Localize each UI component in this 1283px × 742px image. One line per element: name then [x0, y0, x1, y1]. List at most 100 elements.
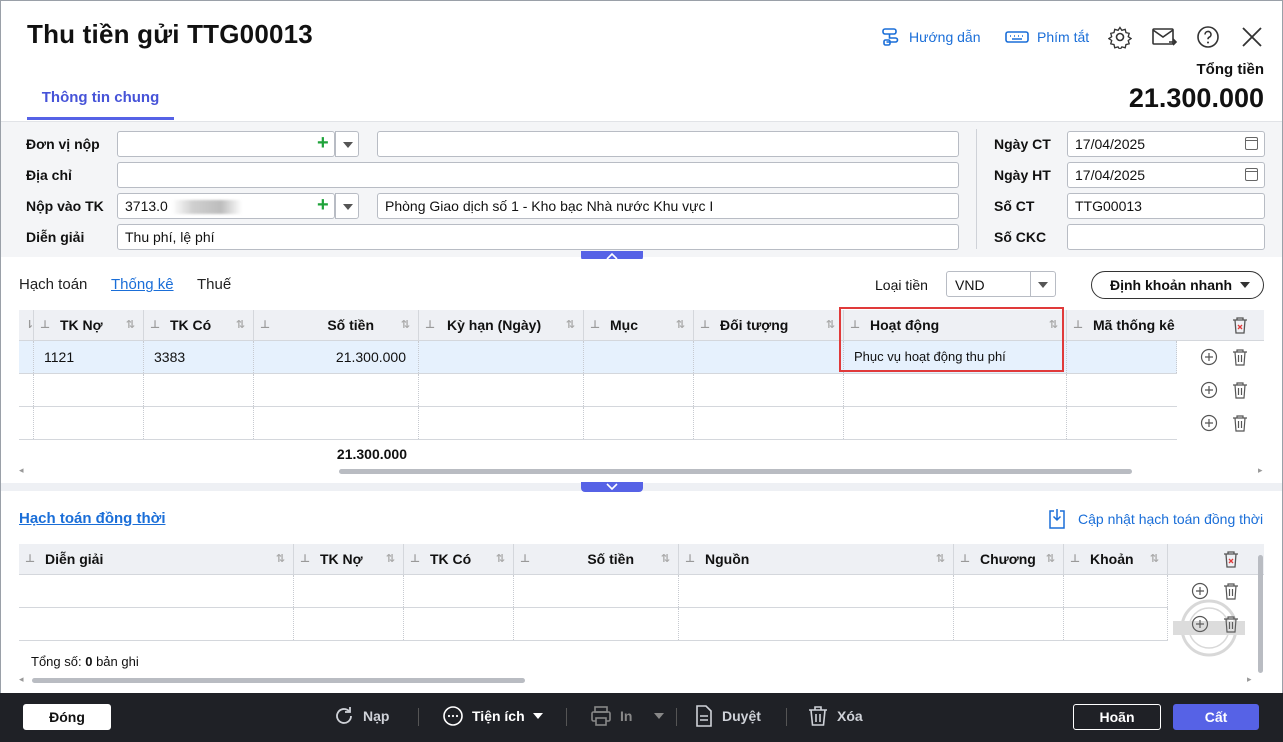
cell-so-tien[interactable]: 21.300.000 [254, 341, 419, 373]
table-row[interactable] [19, 374, 1177, 407]
column-tk-no[interactable]: ⊥ TK Nợ ⇅ [34, 310, 144, 341]
table-cell[interactable] [144, 407, 254, 439]
mail-icon[interactable] [1151, 25, 1178, 49]
scroll-left-arrow[interactable]: ◂ [19, 465, 24, 476]
tab-hach-toan[interactable]: Hạch toán [19, 276, 87, 293]
address-input[interactable] [117, 162, 959, 188]
table-cell[interactable] [404, 608, 514, 640]
table-cell[interactable] [584, 407, 694, 439]
table-cell[interactable] [1064, 575, 1168, 607]
column-doi-tuong[interactable]: ⊥ Đối tượng ⇅ [694, 310, 844, 341]
shortcut-link[interactable]: Phím tắt [1005, 27, 1089, 47]
table-cell[interactable] [404, 575, 514, 607]
column-so-tien[interactable]: ⊥ Số tiền ⇅ [514, 544, 679, 575]
table-cell[interactable] [844, 374, 1067, 406]
table-cell[interactable] [34, 374, 144, 406]
payer-name-input[interactable] [377, 131, 959, 157]
add-account-icon[interactable]: + [317, 193, 329, 217]
currency-select[interactable]: VND [946, 271, 1056, 297]
table-cell[interactable] [694, 407, 844, 439]
table-cell[interactable] [1064, 608, 1168, 640]
table-cell[interactable] [679, 575, 954, 607]
table-cell[interactable] [419, 407, 584, 439]
cell-ma-thong-ke[interactable] [1067, 341, 1177, 373]
tab-thue[interactable]: Thuế [197, 276, 231, 293]
close-button[interactable]: Đóng [23, 704, 111, 730]
simultaneous-title[interactable]: Hạch toán đồng thời [19, 510, 165, 527]
delete-button[interactable]: Xóa [807, 705, 863, 727]
table-cell[interactable] [694, 374, 844, 406]
description-input[interactable]: Thu phí, lệ phí [117, 224, 959, 250]
simultaneous-scrollbar[interactable] [32, 678, 525, 683]
table-cell[interactable] [584, 374, 694, 406]
column-so-tien[interactable]: ⊥ Số tiền ⇅ [254, 310, 419, 341]
calendar-icon[interactable] [1245, 137, 1258, 150]
delete-all-icon[interactable] [1223, 551, 1239, 568]
scroll-right-arrow[interactable]: ▸ [1247, 674, 1252, 685]
add-row-icon[interactable] [1200, 414, 1218, 432]
table-cell[interactable] [844, 407, 1067, 439]
scroll-right-arrow[interactable]: ▸ [1258, 465, 1263, 476]
add-payer-icon[interactable]: + [317, 131, 329, 155]
collapse-detail-toggle[interactable] [581, 482, 643, 492]
table-cell[interactable] [294, 608, 404, 640]
scroll-left-arrow[interactable]: ◂ [19, 674, 24, 685]
payer-dropdown[interactable] [335, 131, 359, 157]
close-icon[interactable] [1241, 26, 1263, 48]
cell-tk-co[interactable]: 3383 [144, 341, 254, 373]
quick-entry-button[interactable]: Định khoản nhanh [1091, 271, 1264, 299]
calendar-icon[interactable] [1245, 168, 1258, 181]
account-input[interactable]: 3713.0 [117, 193, 335, 219]
column-muc[interactable]: ⊥ Mục ⇅ [584, 310, 694, 341]
delete-row-icon[interactable] [1231, 381, 1249, 399]
table-cell[interactable] [514, 575, 679, 607]
cell-tk-no[interactable]: 1121 [34, 341, 144, 373]
column-ky-han[interactable]: ⊥ Kỳ hạn (Ngày) ⇅ [419, 310, 584, 341]
help-icon[interactable] [1196, 25, 1220, 49]
delete-row-icon[interactable] [1231, 348, 1249, 366]
table-cell[interactable] [294, 575, 404, 607]
table-row[interactable] [19, 575, 1168, 608]
guide-link[interactable]: Hướng dẫn [881, 27, 980, 47]
table-cell[interactable] [954, 575, 1064, 607]
column-nguon[interactable]: ⊥ Nguồn ⇅ [679, 544, 954, 575]
cell-ky-han[interactable] [419, 341, 584, 373]
delete-row-icon[interactable] [1231, 414, 1249, 432]
column-tk-co[interactable]: ⊥ TK Có ⇅ [404, 544, 514, 575]
tab-general-info[interactable]: Thông tin chung [27, 87, 174, 120]
table-row[interactable] [19, 608, 1168, 641]
column-tk-no[interactable]: ⊥ TK Nợ ⇅ [294, 544, 404, 575]
utilities-button[interactable]: Tiện ích [442, 705, 543, 727]
column-dien-giai[interactable]: ⊥ Diễn giải ⇅ [19, 544, 294, 575]
doc-no-input[interactable]: TTG00013 [1067, 193, 1265, 219]
vertical-scrollbar[interactable] [1258, 555, 1263, 673]
account-dropdown[interactable] [335, 193, 359, 219]
column-tk-co[interactable]: ⊥ TK Có ⇅ [144, 310, 254, 341]
reload-button[interactable]: Nạp [333, 705, 389, 727]
column-chuong[interactable]: ⊥ Chương ⇅ [954, 544, 1064, 575]
table-cell[interactable] [144, 374, 254, 406]
doc-date-input[interactable]: 17/04/2025 [1067, 131, 1265, 157]
approve-button[interactable]: Duyệt [694, 705, 761, 727]
cancel-button[interactable]: Hoãn [1073, 704, 1161, 730]
table-row[interactable] [19, 407, 1177, 440]
update-simultaneous-link[interactable]: Cập nhật hạch toán đồng thời [1048, 508, 1263, 530]
ckc-input[interactable] [1067, 224, 1265, 250]
payer-code-input[interactable] [117, 131, 335, 157]
column-ma-thong-ke[interactable]: ⊥ Mã thống kê [1067, 310, 1177, 341]
cell-muc[interactable] [584, 341, 694, 373]
gear-icon[interactable] [1108, 25, 1132, 49]
post-date-input[interactable]: 17/04/2025 [1067, 162, 1265, 188]
table-cell[interactable] [254, 407, 419, 439]
bank-name-input[interactable]: Phòng Giao dịch số 1 - Kho bạc Nhà nước … [377, 193, 959, 219]
table-cell[interactable] [19, 575, 294, 607]
tab-thong-ke[interactable]: Thống kê [111, 276, 174, 293]
delete-all-icon[interactable] [1232, 317, 1248, 334]
table-cell[interactable] [254, 374, 419, 406]
table-cell[interactable] [419, 374, 584, 406]
table-cell[interactable] [679, 608, 954, 640]
add-row-icon[interactable] [1200, 381, 1218, 399]
save-button[interactable]: Cất [1173, 704, 1259, 730]
add-row-icon[interactable] [1200, 348, 1218, 366]
table-cell[interactable] [514, 608, 679, 640]
